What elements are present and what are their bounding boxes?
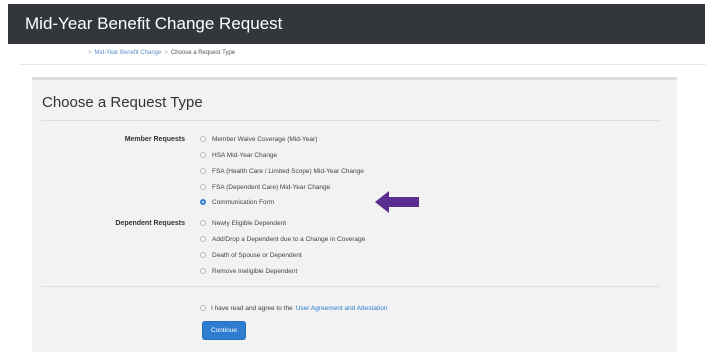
option-newly-eligible-dependent[interactable]: Newly Eligible Dependent	[200, 218, 286, 228]
option-label: Add/Drop a Dependent due to a Change in …	[212, 235, 366, 243]
page-title: Mid-Year Benefit Change Request	[25, 14, 283, 33]
member-requests-label: Member Requests	[124, 136, 185, 143]
radio-button[interactable]	[200, 220, 206, 226]
user-agreement-link[interactable]: User Agreement and Attestation	[296, 305, 388, 312]
option-label: FSA (Dependent Care) Mid-Year Change	[212, 183, 331, 191]
agreement-checkbox-row[interactable]: I have read and agree to the User Agreem…	[200, 303, 387, 313]
header-divider	[20, 64, 706, 65]
option-hsa-mid-year-change[interactable]: HSA Mid-Year Change	[200, 150, 277, 160]
radio-button[interactable]	[200, 168, 206, 174]
breadcrumb-separator: >	[164, 50, 168, 56]
radio-button[interactable]	[200, 268, 206, 274]
breadcrumb-separator: >	[88, 50, 92, 56]
breadcrumb-current: Choose a Request Type	[170, 50, 236, 56]
panel-title: Choose a Request Type	[42, 94, 203, 111]
option-label: Newly Eligible Dependent	[212, 219, 287, 227]
option-label: Member Waive Coverage (Mid-Year)	[212, 135, 318, 143]
request-type-panel: Choose a Request Type Member Requests Me…	[32, 77, 677, 352]
option-fsa-dependent-care[interactable]: FSA (Dependent Care) Mid-Year Change	[200, 182, 330, 192]
radio-button[interactable]	[200, 236, 206, 242]
option-label: Communication Form	[212, 198, 275, 206]
radio-button-selected[interactable]	[200, 199, 206, 205]
option-label: FSA (Health Care / Limited Scope) Mid-Ye…	[212, 167, 364, 175]
dependent-requests-label: Dependent Requests	[115, 220, 185, 227]
radio-button[interactable]	[200, 184, 206, 190]
app-header: Mid-Year Benefit Change Request	[8, 4, 705, 44]
breadcrumb-link-mid-year-benefit-change[interactable]: Mid-Year Benefit Change	[95, 50, 162, 56]
agreement-checkbox[interactable]	[200, 305, 206, 311]
option-label: Death of Spouse or Dependent	[212, 251, 302, 259]
option-member-waive-coverage[interactable]: Member Waive Coverage (Mid-Year)	[200, 134, 317, 144]
agreement-text: I have read and agree to the	[211, 304, 293, 312]
continue-button[interactable]: Continue	[202, 321, 246, 340]
breadcrumb: > Mid-Year Benefit Change > Choose a Reques…	[85, 50, 235, 56]
option-communication-form[interactable]: Communication Form	[200, 197, 274, 207]
panel-title-divider	[41, 120, 659, 121]
radio-button[interactable]	[200, 252, 206, 258]
radio-button[interactable]	[200, 136, 206, 142]
left-arrow-annotation-icon	[375, 191, 419, 213]
agreement-divider	[41, 286, 659, 287]
option-label: Remove Ineligible Dependent	[212, 267, 298, 275]
option-add-drop-dependent[interactable]: Add/Drop a Dependent due to a Change in …	[200, 234, 365, 244]
radio-button[interactable]	[200, 152, 206, 158]
option-label: HSA Mid-Year Change	[212, 151, 278, 159]
option-remove-ineligible-dependent[interactable]: Remove Ineligible Dependent	[200, 266, 297, 276]
option-fsa-health-care[interactable]: FSA (Health Care / Limited Scope) Mid-Ye…	[200, 166, 364, 176]
option-death-of-spouse-or-dependent[interactable]: Death of Spouse or Dependent	[200, 250, 302, 260]
